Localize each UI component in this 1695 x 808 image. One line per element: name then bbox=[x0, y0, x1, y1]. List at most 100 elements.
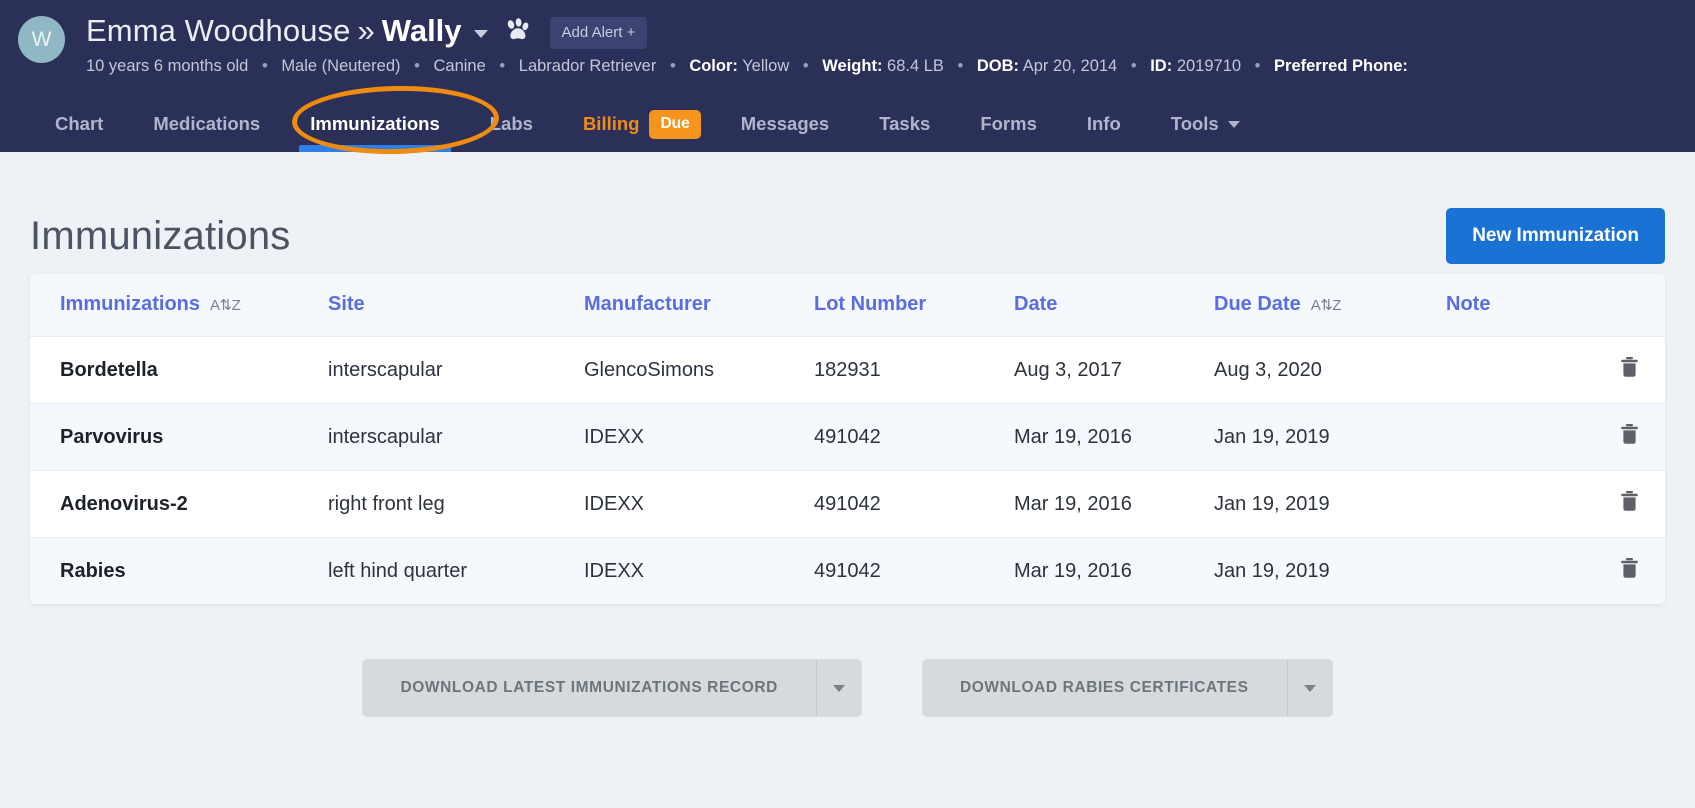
breadcrumb: Emma Woodhouse » Wally Add Alert + bbox=[86, 13, 1695, 49]
column-header-date[interactable]: Date bbox=[1014, 274, 1214, 337]
table-row[interactable]: Parvovirus interscapular IDEXX 491042 Ma… bbox=[30, 403, 1665, 471]
meta-separator: • bbox=[499, 57, 506, 75]
breadcrumb-separator: » bbox=[357, 13, 375, 48]
table-row[interactable]: Adenovirus-2 right front leg IDEXX 49104… bbox=[30, 470, 1665, 538]
cell-lot-number: 182931 bbox=[814, 358, 881, 381]
trash-icon[interactable] bbox=[1620, 557, 1639, 579]
column-header-lot-number[interactable]: Lot Number bbox=[814, 274, 1014, 337]
meta-dob-label: DOB: bbox=[976, 57, 1020, 75]
tab-medications[interactable]: Medications bbox=[128, 96, 285, 152]
meta-separator: • bbox=[957, 57, 964, 75]
cell-immunization: Adenovirus-2 bbox=[60, 492, 188, 515]
table-row[interactable]: Rabies left hind quarter IDEXX 491042 Ma… bbox=[30, 537, 1665, 605]
meta-weight-label: Weight: bbox=[822, 57, 883, 75]
tab-tasks[interactable]: Tasks bbox=[854, 96, 955, 152]
paw-icon bbox=[504, 17, 530, 47]
chevron-down-icon[interactable] bbox=[473, 30, 488, 38]
cell-note bbox=[1446, 538, 1595, 605]
immunizations-table-card: Immunizations A⇅Z Site Manufacturer Lot N… bbox=[30, 274, 1665, 604]
meta-age: 10 years 6 months old bbox=[86, 57, 249, 75]
cell-note bbox=[1446, 471, 1595, 538]
pet-name[interactable]: Wally bbox=[382, 13, 462, 49]
chevron-down-icon bbox=[1304, 684, 1317, 692]
trash-icon[interactable] bbox=[1620, 423, 1639, 445]
cell-manufacturer: IDEXX bbox=[584, 492, 645, 515]
chevron-down-icon bbox=[1227, 120, 1240, 128]
download-rabies-certificates-group: DOWNLOAD RABIES CERTIFICATES bbox=[921, 659, 1333, 717]
page-header: Immunizations New Immunization bbox=[30, 152, 1665, 274]
download-rabies-dropdown-button[interactable] bbox=[1286, 659, 1333, 717]
cell-immunization: Parvovirus bbox=[60, 425, 164, 448]
cell-lot-number: 491042 bbox=[814, 492, 881, 515]
billing-due-badge[interactable]: Due bbox=[649, 109, 701, 139]
cell-manufacturer: IDEXX bbox=[584, 559, 645, 582]
meta-color-value: Yellow bbox=[742, 57, 790, 75]
column-header-site[interactable]: Site bbox=[328, 274, 584, 337]
column-header-note[interactable]: Note bbox=[1446, 274, 1595, 337]
cell-lot-number: 491042 bbox=[814, 559, 881, 582]
column-header-manufacturer[interactable]: Manufacturer bbox=[584, 274, 814, 337]
tab-info[interactable]: Info bbox=[1062, 96, 1146, 152]
owner-name[interactable]: Emma Woodhouse bbox=[86, 13, 350, 49]
new-immunization-button[interactable]: New Immunization bbox=[1446, 208, 1665, 264]
tab-tools[interactable]: Tools bbox=[1146, 96, 1265, 152]
meta-weight-value: 68.4 LB bbox=[887, 57, 944, 75]
cell-date: Aug 3, 2017 bbox=[1014, 358, 1122, 381]
cell-date: Mar 19, 2016 bbox=[1014, 425, 1132, 448]
cell-lot-number: 491042 bbox=[814, 425, 881, 448]
trash-icon[interactable] bbox=[1620, 490, 1639, 512]
column-header-due-date[interactable]: Due Date A⇅Z bbox=[1214, 274, 1446, 337]
tab-immunizations[interactable]: Immunizations bbox=[285, 96, 465, 152]
cell-manufacturer: GlencoSimons bbox=[584, 358, 715, 381]
cell-due-date: Aug 3, 2020 bbox=[1214, 358, 1322, 381]
table-row[interactable]: Bordetella interscapular GlencoSimons 18… bbox=[30, 336, 1665, 404]
add-alert-button[interactable]: Add Alert + bbox=[549, 16, 648, 49]
cell-site: right front leg bbox=[328, 492, 445, 515]
patient-header: W Emma Woodhouse » Wally Add Alert + 10 … bbox=[0, 0, 1695, 96]
meta-separator: • bbox=[414, 57, 420, 75]
cell-manufacturer: IDEXX bbox=[584, 425, 645, 448]
tab-messages[interactable]: Messages bbox=[716, 96, 854, 152]
sort-az-icon[interactable]: A⇅Z bbox=[210, 297, 241, 314]
meta-separator: • bbox=[1254, 57, 1261, 75]
cell-delete bbox=[1595, 337, 1665, 404]
download-rabies-certificates-button[interactable]: DOWNLOAD RABIES CERTIFICATES bbox=[921, 659, 1287, 717]
table-header-row: Immunizations A⇅Z Site Manufacturer Lot N… bbox=[30, 274, 1665, 337]
tab-forms[interactable]: Forms bbox=[955, 96, 1062, 152]
tab-billing[interactable]: Billing bbox=[558, 96, 650, 152]
meta-sex: Male (Neutered) bbox=[281, 57, 401, 75]
avatar: W bbox=[18, 16, 65, 63]
meta-id-label: ID: bbox=[1150, 57, 1173, 75]
patient-metadata: 10 years 6 months old • Male (Neutered) … bbox=[86, 55, 1695, 77]
main-content: Immunizations New Immunization Immunizat… bbox=[0, 152, 1695, 717]
cell-due-date: Jan 19, 2019 bbox=[1214, 559, 1330, 582]
cell-immunization: Bordetella bbox=[60, 358, 158, 381]
cell-date: Mar 19, 2016 bbox=[1014, 492, 1132, 515]
cell-site: interscapular bbox=[328, 425, 443, 448]
meta-id-value: 2019710 bbox=[1176, 57, 1242, 75]
column-label: Due Date bbox=[1214, 293, 1301, 315]
cell-delete bbox=[1595, 404, 1665, 471]
meta-dob-value: Apr 20, 2014 bbox=[1022, 57, 1118, 75]
download-actions: DOWNLOAD LATEST IMMUNIZATIONS RECORD DOW… bbox=[30, 659, 1665, 717]
tab-labs[interactable]: Labs bbox=[465, 96, 558, 152]
trash-icon[interactable] bbox=[1620, 356, 1639, 378]
cell-due-date: Jan 19, 2019 bbox=[1214, 425, 1330, 448]
avatar-initial: W bbox=[31, 27, 52, 51]
meta-color-label: Color: bbox=[689, 57, 738, 75]
page-title: Immunizations bbox=[30, 213, 291, 258]
download-latest-immunizations-record-button[interactable]: DOWNLOAD LATEST IMMUNIZATIONS RECORD bbox=[362, 659, 816, 717]
cell-site: interscapular bbox=[328, 358, 443, 381]
immunizations-table: Immunizations A⇅Z Site Manufacturer Lot N… bbox=[30, 274, 1665, 604]
meta-separator: • bbox=[261, 57, 268, 75]
cell-site: left hind quarter bbox=[328, 559, 467, 582]
cell-due-date: Jan 19, 2019 bbox=[1214, 492, 1330, 515]
cell-date: Mar 19, 2016 bbox=[1014, 559, 1132, 582]
tab-chart[interactable]: Chart bbox=[30, 96, 128, 152]
cell-note bbox=[1446, 404, 1595, 471]
column-label: Immunizations bbox=[60, 293, 201, 315]
cell-note bbox=[1446, 337, 1595, 404]
download-immunizations-dropdown-button[interactable] bbox=[815, 659, 862, 717]
sort-az-icon[interactable]: A⇅Z bbox=[1311, 297, 1342, 314]
column-header-immunizations[interactable]: Immunizations A⇅Z bbox=[30, 274, 328, 337]
